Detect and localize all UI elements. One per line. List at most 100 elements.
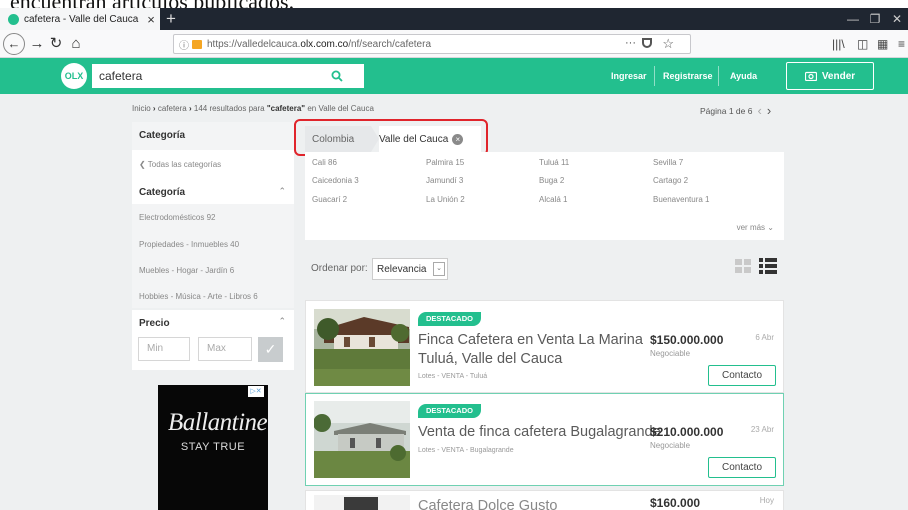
ad-tagline: STAY TRUE [180,441,246,453]
chevron-up-icon[interactable]: ⌃ [278,316,286,327]
register-link[interactable]: Registrarse [663,58,713,94]
category-item[interactable]: Propiedades - Inmuebles 40 [139,240,239,249]
category-item[interactable]: Hobbies - Música - Arte - Libros 6 [139,292,258,301]
category-item[interactable]: Electrodomésticos 92 [139,213,215,222]
city-link[interactable]: Guacarí 2 [312,195,347,204]
forward-icon[interactable]: → [28,33,46,55]
city-link[interactable]: Palmira 15 [426,158,464,167]
bookmark-star-icon[interactable]: ☆ [662,36,674,52]
help-link[interactable]: Ayuda [730,58,757,94]
city-link[interactable]: Tuluá 11 [539,158,569,167]
city-link[interactable]: Alcalá 1 [539,195,567,204]
city-link[interactable]: Caicedonia 3 [312,176,359,185]
listing-meta: Lotes - VENTA - Bugalagrande [418,447,514,454]
search-button[interactable] [311,65,363,87]
address-bar[interactable]: ⓘ https://valledelcauca.olx.com.co/nf/se… [173,34,691,54]
listing-price: $160.000 [650,496,701,510]
category-list: Electrodomésticos 92 Propiedades - Inmue… [132,204,294,308]
camera-icon [804,71,817,81]
listing-title[interactable]: Venta de finca cafetera Bugalagrande [418,423,661,442]
chevron-up-icon[interactable]: ⌃ [278,186,286,197]
listing-negotiable: Negociable [650,349,691,358]
listing-price: $210.000.000 [650,425,724,439]
breadcrumb: Inicio › cafetera › 144 resultados para … [132,104,374,113]
page-indicator: Página 1 de 6 [700,105,753,116]
dropdown-caret-icon: ⌄ [433,262,445,276]
sort-select[interactable]: Relevancia ⌄ [372,258,448,280]
back-icon[interactable]: ← [3,33,25,55]
listing-title[interactable]: Finca Cafetera en Venta La Marina Tuluá, … [418,331,643,369]
chevron-left-icon: ❮ [139,160,148,169]
url-text: https://valledelcauca.olx.com.co/nf/sear… [207,38,432,50]
ad-choices-icon[interactable]: ▷✕ [248,386,264,397]
listing-title[interactable]: Cafetera Dolce Gusto [418,497,557,510]
city-link[interactable]: Cali 86 [312,158,337,167]
screenshot-icon[interactable]: ▦ [877,33,888,55]
all-categories-link[interactable]: ❮ Todas las categorías [132,150,294,176]
listing-card[interactable]: DESTACADO Venta de finca cafetera Bugala… [305,393,784,486]
contact-button[interactable]: Contacto [708,365,776,386]
info-icon[interactable]: ⓘ [179,37,189,52]
advertisement[interactable]: ▷✕ Ballantine's STAY TRUE [158,385,268,510]
pagination: Página 1 de 6 ‹ › [700,103,771,118]
close-window-icon[interactable]: ✕ [886,10,908,28]
sidebar-icon[interactable]: ◫ [857,33,868,55]
breadcrumb-term[interactable]: cafetera [158,104,187,113]
minimize-icon[interactable]: — [842,10,864,28]
listing-meta: Lotes - VENTA - Tuluá [418,373,488,380]
new-tab-icon[interactable]: + [166,9,176,29]
price-min-input[interactable]: Min [138,337,190,361]
price-apply-button[interactable]: ✓ [258,337,283,362]
next-page-icon[interactable]: › [767,103,771,118]
page-actions-icon[interactable]: ··· [625,37,636,49]
search-bar [92,64,364,88]
category-section-header[interactable]: Categoría ⌃ [132,176,294,204]
breadcrumb-home[interactable]: Inicio [132,104,151,113]
browser-tab-title: cafetera - Valle del Cauca [24,13,139,25]
browser-tab[interactable]: cafetera - Valle del Cauca × [0,8,160,30]
home-icon[interactable]: ⌂ [66,33,86,55]
library-icon[interactable]: |||\ [832,33,845,55]
category-title: Categoría [139,187,186,198]
ad-brand: Ballantine's [168,409,268,436]
restore-icon[interactable]: ❐ [864,10,886,28]
list-view-icon[interactable] [759,258,777,279]
sort-label: Ordenar por: [311,263,368,274]
listing-card[interactable]: Cafetera Dolce Gusto $160.000 Hoy [305,490,784,510]
highlight-annotation [294,119,488,156]
sell-button-label: Vender [821,70,856,82]
search-input[interactable] [99,69,299,83]
contact-button[interactable]: Contacto [708,457,776,478]
checkmark-icon: ✓ [264,341,277,357]
city-link[interactable]: Buga 2 [539,176,564,185]
listing-photo[interactable] [314,309,410,386]
prev-page-icon[interactable]: ‹ [757,103,761,118]
chevron-down-icon: ⌄ [767,223,774,232]
city-link[interactable]: Cartago 2 [653,176,688,185]
listing-photo[interactable] [314,495,410,510]
city-link[interactable]: Buenaventura 1 [653,195,710,204]
menu-icon[interactable]: ≡ [898,33,905,55]
grid-view-icon[interactable] [735,259,752,278]
olx-logo[interactable]: OLX [61,63,87,89]
city-list: Cali 86 Palmira 15 Tuluá 11 Sevilla 7 Ca… [305,152,784,240]
listing-photo[interactable] [314,401,410,478]
sell-button[interactable]: Vender [786,62,874,90]
window-controls: — ❐ ✕ [842,10,908,28]
login-link[interactable]: Ingresar [611,58,647,94]
see-more-link[interactable]: ver más ⌄ [737,223,774,232]
price-max-input[interactable]: Max [198,337,252,361]
city-link[interactable]: La Unión 2 [426,195,465,204]
header-divider [654,66,655,86]
all-categories-label: ❮ Todas las categorías [139,160,222,169]
city-link[interactable]: Sevilla 7 [653,158,683,167]
featured-badge: DESTACADO [418,404,481,418]
close-tab-icon[interactable]: × [142,12,160,27]
city-link[interactable]: Jamundí 3 [426,176,463,185]
listing-card[interactable]: DESTACADO Finca Cafetera en Venta La Mar… [305,300,784,393]
category-item[interactable]: Muebles - Hogar - Jardín 6 [139,266,234,275]
listing-date: 23 Abr [750,425,774,434]
pocket-icon[interactable] [642,38,652,48]
reload-icon[interactable]: ↻ [46,33,66,55]
lock-warning-icon[interactable] [192,39,202,49]
